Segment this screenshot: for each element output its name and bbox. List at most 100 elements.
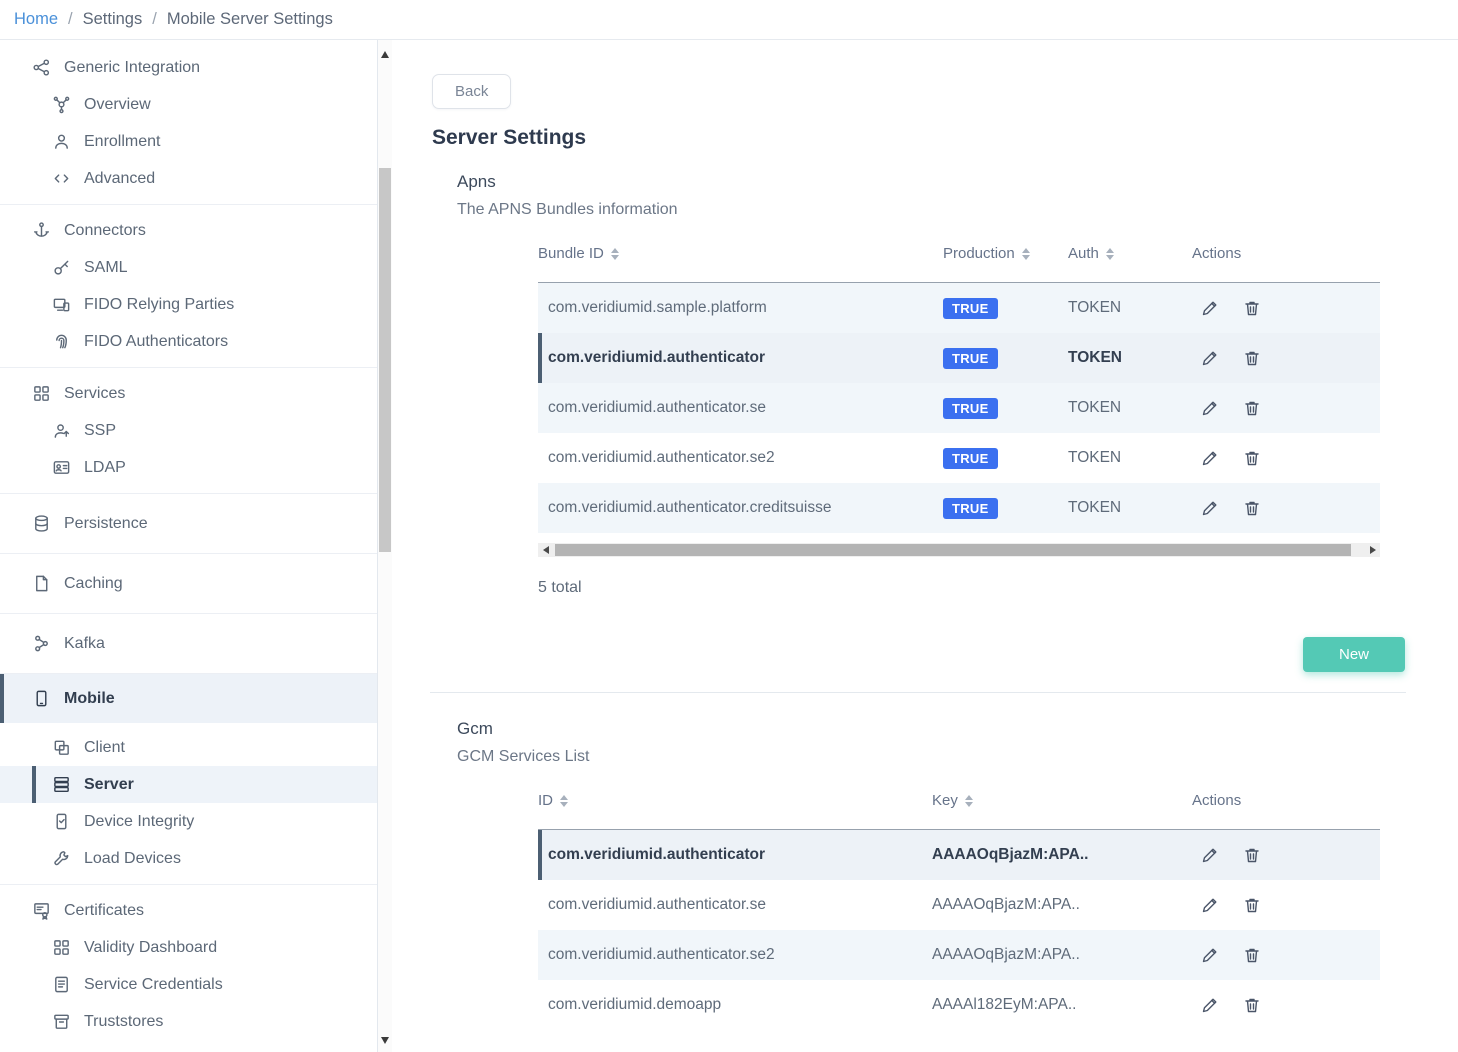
edit-button[interactable] xyxy=(1200,945,1220,965)
sidebar-item-label: Mobile xyxy=(64,690,115,708)
edit-button[interactable] xyxy=(1200,995,1220,1015)
bundle-id-cell: com.veridiumid.authenticator.se xyxy=(538,399,943,417)
trash-icon xyxy=(1242,945,1262,965)
breadcrumb-home[interactable]: Home xyxy=(14,10,58,29)
table-row-selected[interactable]: com.veridiumid.authenticator TRUE TOKEN xyxy=(538,333,1380,383)
sidebar-item-caching[interactable]: Caching xyxy=(0,565,377,602)
column-header-actions: Actions xyxy=(1192,792,1380,809)
page-title: Server Settings xyxy=(432,126,1406,150)
gcm-id-cell: com.veridiumid.authenticator.se2 xyxy=(538,946,932,964)
edit-button[interactable] xyxy=(1200,498,1220,518)
table-horizontal-scrollbar[interactable] xyxy=(538,543,1380,557)
column-header-auth[interactable]: Auth xyxy=(1068,245,1192,262)
production-badge: TRUE xyxy=(943,398,998,419)
document-icon xyxy=(32,574,51,593)
back-button[interactable]: Back xyxy=(432,74,511,109)
edit-button[interactable] xyxy=(1200,845,1220,865)
delete-button[interactable] xyxy=(1242,448,1262,468)
sidebar-item-client[interactable]: Client xyxy=(0,729,377,766)
sidebar-item-fido-relying-parties[interactable]: FIDO Relying Parties xyxy=(0,286,377,323)
sidebar-item-label: Persistence xyxy=(64,515,148,533)
delete-button[interactable] xyxy=(1242,895,1262,915)
table-row[interactable]: com.veridiumid.authenticator.creditsuiss… xyxy=(538,483,1380,533)
sidebar-item-server[interactable]: Server xyxy=(0,766,377,803)
sidebar-item-generic-integration[interactable]: Generic Integration xyxy=(0,49,377,86)
delete-button[interactable] xyxy=(1242,995,1262,1015)
sidebar-item-persistence[interactable]: Persistence xyxy=(0,505,377,542)
table-row[interactable]: com.veridiumid.authenticator.se2 TRUE TO… xyxy=(538,433,1380,483)
table-row-selected[interactable]: com.veridiumid.authenticator AAAAOqBjazM… xyxy=(538,830,1380,880)
column-header-actions: Actions xyxy=(1192,245,1380,262)
production-badge: TRUE xyxy=(943,298,998,319)
column-header-id[interactable]: ID xyxy=(538,792,932,809)
scrollbar-track[interactable] xyxy=(553,543,1365,557)
sidebar-item-device-integrity[interactable]: Device Integrity xyxy=(0,803,377,840)
sidebar-item-advanced[interactable]: Advanced xyxy=(0,160,377,197)
sidebar-item-ldap[interactable]: LDAP xyxy=(0,449,377,486)
sidebar-item-connectors[interactable]: Connectors xyxy=(0,212,377,249)
table-row[interactable]: com.veridiumid.demoapp AAAAl182EyM:APA.. xyxy=(538,980,1380,1030)
sort-arrows-icon[interactable] xyxy=(611,248,619,260)
column-header-production[interactable]: Production xyxy=(943,245,1068,262)
sidebar-item-truststores[interactable]: Truststores xyxy=(0,1003,377,1040)
actions-cell xyxy=(1192,448,1380,468)
sort-arrows-icon[interactable] xyxy=(1106,248,1114,260)
sidebar-item-label: FIDO Relying Parties xyxy=(84,296,234,314)
table-row[interactable]: com.veridiumid.sample.platform TRUE TOKE… xyxy=(538,283,1380,333)
delete-button[interactable] xyxy=(1242,398,1262,418)
sidebar-item-services[interactable]: Services xyxy=(0,375,377,412)
production-badge: TRUE xyxy=(943,498,998,519)
edit-button[interactable] xyxy=(1200,348,1220,368)
sidebar-item-certificates[interactable]: Certificates xyxy=(0,892,377,929)
scroll-left-arrow-icon[interactable] xyxy=(538,543,553,557)
table-row[interactable]: com.veridiumid.authenticator.se2 AAAAOqB… xyxy=(538,930,1380,980)
sidebar-item-mobile[interactable]: Mobile xyxy=(0,674,377,723)
sort-arrows-icon[interactable] xyxy=(965,795,973,807)
breadcrumb-settings[interactable]: Settings xyxy=(83,10,143,29)
scroll-up-arrow-icon[interactable] xyxy=(378,46,392,62)
pencil-icon xyxy=(1200,995,1220,1015)
column-header-bundle-id[interactable]: Bundle ID xyxy=(538,245,943,262)
table-row[interactable]: com.veridiumid.authenticator.se TRUE TOK… xyxy=(538,383,1380,433)
id-card-icon xyxy=(52,458,71,477)
column-header-key[interactable]: Key xyxy=(932,792,1192,809)
new-button[interactable]: New xyxy=(1303,637,1405,672)
sidebar-item-kafka[interactable]: Kafka xyxy=(0,625,377,662)
sidebar-item-load-devices[interactable]: Load Devices xyxy=(0,840,377,877)
edit-button[interactable] xyxy=(1200,448,1220,468)
sidebar-item-saml[interactable]: SAML xyxy=(0,249,377,286)
auth-cell: TOKEN xyxy=(1068,399,1192,417)
delete-button[interactable] xyxy=(1242,348,1262,368)
sidebar-item-service-credentials[interactable]: Service Credentials xyxy=(0,966,377,1003)
scrollbar-thumb[interactable] xyxy=(555,544,1351,556)
auth-cell: TOKEN xyxy=(1068,349,1192,367)
sort-arrows-icon[interactable] xyxy=(560,795,568,807)
mobile-icon xyxy=(32,689,51,708)
sort-arrows-icon[interactable] xyxy=(1022,248,1030,260)
auth-cell: TOKEN xyxy=(1068,499,1192,517)
gcm-key-cell: AAAAOqBjazM:APA.. xyxy=(932,896,1192,914)
delete-button[interactable] xyxy=(1242,845,1262,865)
sidebar-item-ssp[interactable]: SSP xyxy=(0,412,377,449)
delete-button[interactable] xyxy=(1242,945,1262,965)
delete-button[interactable] xyxy=(1242,498,1262,518)
sidebar-scrollbar[interactable] xyxy=(378,40,392,1052)
sidebar-item-enrollment[interactable]: Enrollment xyxy=(0,123,377,160)
edit-button[interactable] xyxy=(1200,398,1220,418)
actions-cell xyxy=(1192,298,1380,318)
edit-button[interactable] xyxy=(1200,298,1220,318)
wrench-icon xyxy=(52,849,71,868)
scroll-right-arrow-icon[interactable] xyxy=(1365,543,1380,557)
enrollment-icon xyxy=(52,132,71,151)
sidebar-item-overview[interactable]: Overview xyxy=(0,86,377,123)
delete-button[interactable] xyxy=(1242,298,1262,318)
scroll-down-arrow-icon[interactable] xyxy=(378,1032,392,1048)
sidebar-item-validity-dashboard[interactable]: Validity Dashboard xyxy=(0,929,377,966)
apns-title: Apns xyxy=(457,172,1406,192)
scrollbar-thumb[interactable] xyxy=(379,168,391,552)
gcm-id-cell: com.veridiumid.authenticator.se xyxy=(538,896,932,914)
pencil-icon xyxy=(1200,398,1220,418)
table-row[interactable]: com.veridiumid.authenticator.se AAAAOqBj… xyxy=(538,880,1380,930)
sidebar-item-fido-authenticators[interactable]: FIDO Authenticators xyxy=(0,323,377,360)
edit-button[interactable] xyxy=(1200,895,1220,915)
